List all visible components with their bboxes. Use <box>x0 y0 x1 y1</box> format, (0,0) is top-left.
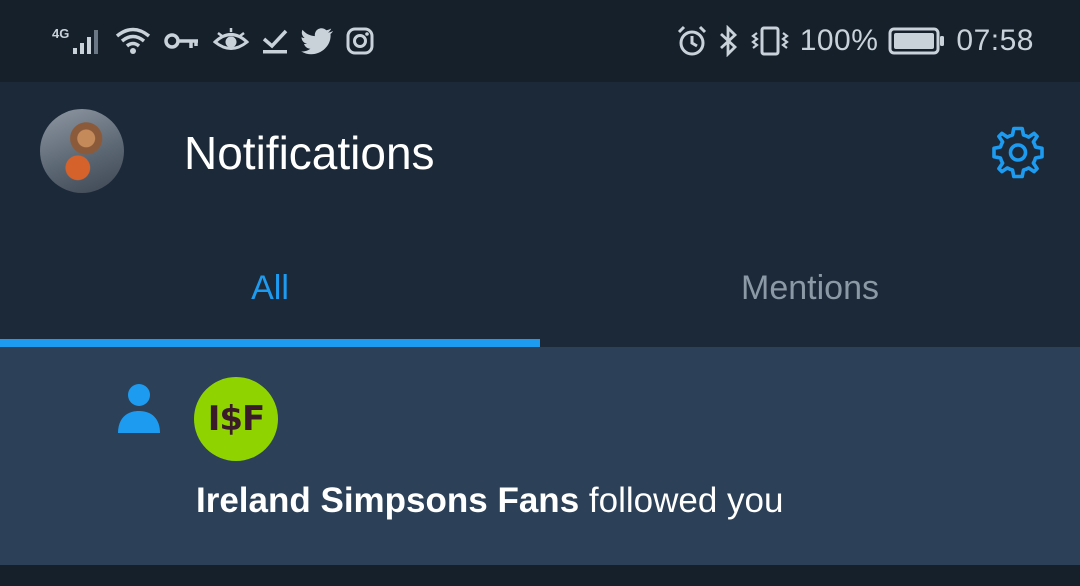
network-type-label: 4G <box>52 25 70 41</box>
tab-all[interactable]: All <box>0 230 540 347</box>
tab-bar: All Mentions <box>0 230 1080 347</box>
app-bar: Notifications <box>0 82 1080 230</box>
list-bottom-divider <box>0 565 1080 586</box>
notification-action: followed you <box>579 481 784 520</box>
follower-name[interactable]: Ireland Simpsons Fans <box>196 481 579 520</box>
download-done-icon <box>261 27 289 55</box>
vpn-key-icon <box>163 29 201 53</box>
notification-item[interactable]: I$F Ireland Simpsons Fans followed you <box>0 347 1080 565</box>
gear-icon <box>992 126 1044 179</box>
status-bar: 4G 100% 07:58 <box>0 0 1080 82</box>
status-time: 07:58 <box>956 24 1034 57</box>
battery-icon <box>888 26 946 56</box>
battery-percent: 100% <box>799 24 879 57</box>
wifi-icon <box>115 26 151 56</box>
status-bar-left: 4G <box>52 22 375 60</box>
settings-button[interactable] <box>989 124 1047 182</box>
bluetooth-icon <box>718 25 740 57</box>
alarm-icon <box>676 25 708 57</box>
twitter-icon <box>301 27 334 55</box>
page-title: Notifications <box>184 127 435 179</box>
status-bar-right: 100% 07:58 <box>676 22 1034 60</box>
active-tab-indicator <box>0 339 540 347</box>
notification-text: Ireland Simpsons Fans followed you <box>196 481 783 521</box>
instagram-icon <box>345 26 375 56</box>
profile-avatar[interactable] <box>40 109 124 193</box>
signal-icon <box>71 26 103 56</box>
follower-avatar[interactable]: I$F <box>194 377 278 461</box>
tab-mentions[interactable]: Mentions <box>540 230 1080 347</box>
person-icon <box>118 384 160 433</box>
eye-icon <box>213 27 250 55</box>
vibrate-icon <box>750 25 790 57</box>
